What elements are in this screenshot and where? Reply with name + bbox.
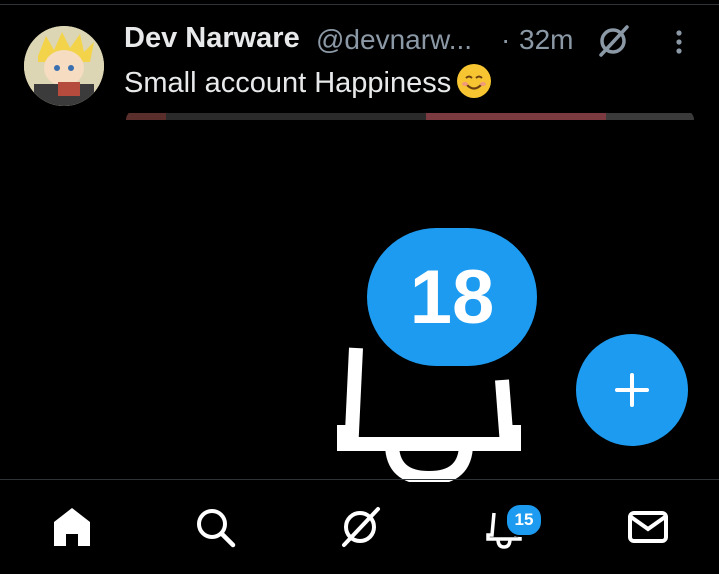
nav-grok[interactable] bbox=[310, 480, 410, 574]
top-divider bbox=[0, 4, 719, 5]
notification-count-badge: 18 bbox=[367, 228, 537, 366]
smiling-face-icon bbox=[457, 64, 492, 98]
grok-icon[interactable] bbox=[596, 24, 630, 58]
grok-icon bbox=[342, 507, 380, 547]
separator-dot: · bbox=[501, 24, 511, 55]
user-handle[interactable]: @devnarw... bbox=[316, 24, 472, 56]
search-icon bbox=[197, 509, 236, 548]
timestamp[interactable]: 32m bbox=[519, 24, 573, 56]
bottom-nav bbox=[0, 480, 719, 574]
media-preview[interactable] bbox=[126, 110, 694, 120]
display-name[interactable]: Dev Narware bbox=[124, 22, 300, 55]
nav-search[interactable] bbox=[165, 480, 265, 574]
nav-home[interactable] bbox=[22, 480, 122, 574]
compose-button[interactable] bbox=[576, 334, 688, 446]
nav-messages[interactable] bbox=[598, 480, 698, 574]
more-options-icon[interactable] bbox=[664, 24, 694, 58]
tweet-text-content: Small account Happiness bbox=[124, 67, 452, 99]
tweet-text: Small account Happiness bbox=[124, 64, 492, 100]
home-icon bbox=[54, 508, 90, 546]
envelope-icon bbox=[628, 511, 668, 543]
avatar[interactable] bbox=[24, 26, 104, 106]
plus-icon bbox=[615, 373, 649, 407]
notifications-badge: 15 bbox=[505, 503, 543, 537]
